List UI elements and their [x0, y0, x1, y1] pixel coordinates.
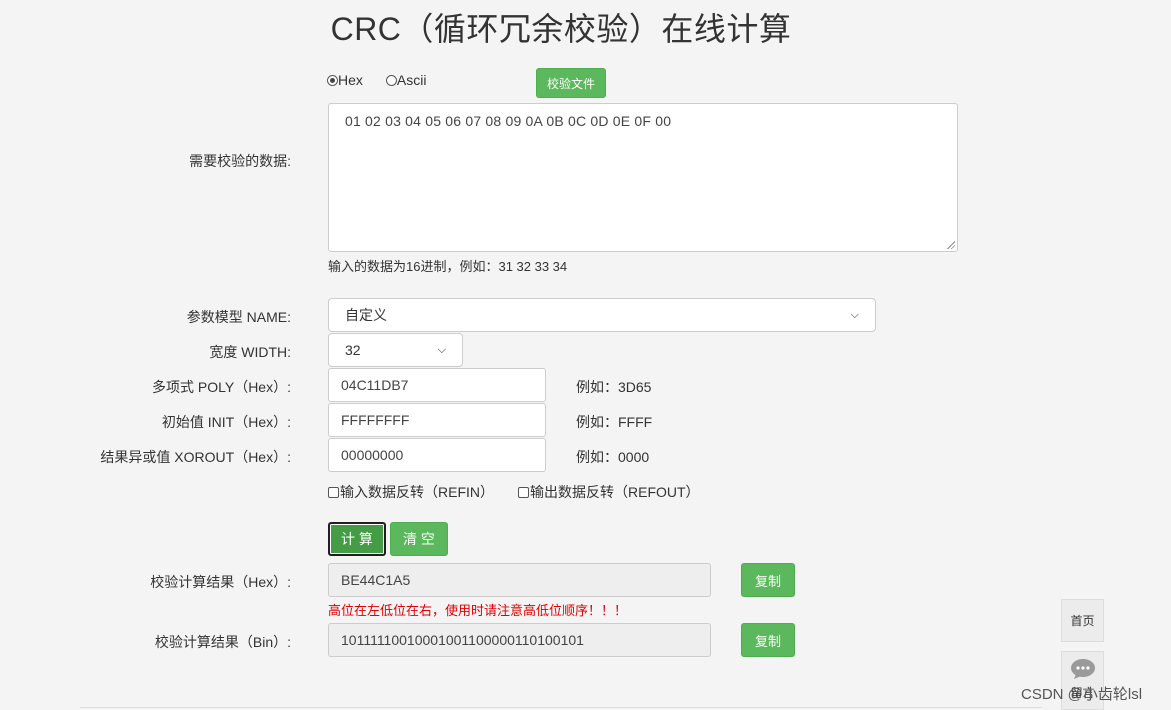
- bin-result-field[interactable]: 10111110010001001100000110100101: [328, 623, 711, 657]
- verify-file-button[interactable]: 校验文件: [536, 68, 606, 98]
- width-select[interactable]: 32 ⌵: [328, 333, 463, 367]
- clear-button[interactable]: 清 空: [390, 522, 448, 556]
- hex-result-field[interactable]: BE44C1A5: [328, 563, 711, 597]
- bottom-divider: [80, 707, 1042, 708]
- home-label: 首页: [1070, 614, 1095, 628]
- xorout-example: 例如：0000: [576, 449, 650, 465]
- hex-result-label: 校验计算结果（Hex）:: [150, 574, 291, 590]
- xorout-input-value: 00000000: [341, 447, 404, 463]
- bin-result-label: 校验计算结果（Bin）:: [154, 634, 291, 650]
- refout-checkbox[interactable]: [518, 486, 529, 498]
- copy-hex-button[interactable]: 复制: [741, 563, 795, 597]
- refin-label: 输入数据反转（REFIN）: [340, 484, 494, 500]
- poly-label: 多项式 POLY（Hex）:: [152, 379, 291, 395]
- poly-input[interactable]: 04C11DB7: [328, 368, 546, 402]
- home-float-button[interactable]: 首页: [1061, 599, 1104, 642]
- ascii-radio[interactable]: [385, 74, 397, 86]
- refin-checkbox[interactable]: [328, 486, 339, 498]
- data-input-hint: 输入的数据为16进制，例如：31 32 33 34: [328, 259, 568, 274]
- csdn-watermark: CSDN @小齿轮lsl: [1021, 686, 1143, 703]
- format-radio-group: Hex Ascii: [327, 72, 426, 88]
- chevron-down-icon: ⌵: [437, 343, 446, 356]
- poly-example: 例如：3D65: [576, 379, 652, 395]
- copy-bin-button[interactable]: 复制: [741, 623, 795, 657]
- model-select[interactable]: 自定义 ⌵: [328, 298, 876, 332]
- width-label: 宽度 WIDTH:: [209, 344, 291, 360]
- hex-result-value: BE44C1A5: [341, 572, 411, 588]
- xorout-input[interactable]: 00000000: [328, 438, 546, 472]
- poly-input-value: 04C11DB7: [341, 377, 409, 393]
- init-input[interactable]: FFFFFFFF: [328, 403, 546, 437]
- model-label: 参数模型 NAME:: [186, 309, 291, 325]
- init-label: 初始值 INIT（Hex）:: [161, 414, 291, 430]
- data-textarea[interactable]: 01 02 03 04 05 06 07 08 09 0A 0B 0C 0D 0…: [328, 103, 958, 252]
- bit-order-warning: 高位在左低位在右，使用时请注意高低位顺序！！！: [328, 603, 628, 618]
- resize-handle-icon[interactable]: [947, 241, 955, 249]
- bin-result-value: 10111110010001001100000110100101: [341, 632, 584, 648]
- refout-label: 输出数据反转（REFOUT）: [530, 484, 700, 500]
- data-input-label: 需要校验的数据:: [189, 153, 291, 169]
- refin-option[interactable]: 输入数据反转（REFIN）: [328, 482, 494, 502]
- init-input-value: FFFFFFFF: [341, 412, 410, 428]
- chat-bubble-icon: [1070, 659, 1095, 679]
- page-title: CRC（循环冗余校验）在线计算: [330, 11, 792, 47]
- width-select-value: 32: [345, 342, 361, 358]
- model-select-value: 自定义: [345, 307, 387, 323]
- chevron-down-icon: ⌵: [850, 308, 859, 321]
- data-textarea-value: 01 02 03 04 05 06 07 08 09 0A 0B 0C 0D 0…: [345, 113, 672, 129]
- xorout-label: 结果异或值 XOROUT（Hex）:: [100, 449, 291, 465]
- hex-radio[interactable]: [327, 74, 338, 86]
- init-example: 例如：FFFF: [576, 414, 653, 430]
- refout-option[interactable]: 输出数据反转（REFOUT）: [518, 482, 700, 502]
- calculate-button[interactable]: 计 算: [328, 522, 386, 556]
- hex-radio-label: Hex: [338, 72, 363, 88]
- ascii-radio-label: Ascii: [396, 72, 427, 88]
